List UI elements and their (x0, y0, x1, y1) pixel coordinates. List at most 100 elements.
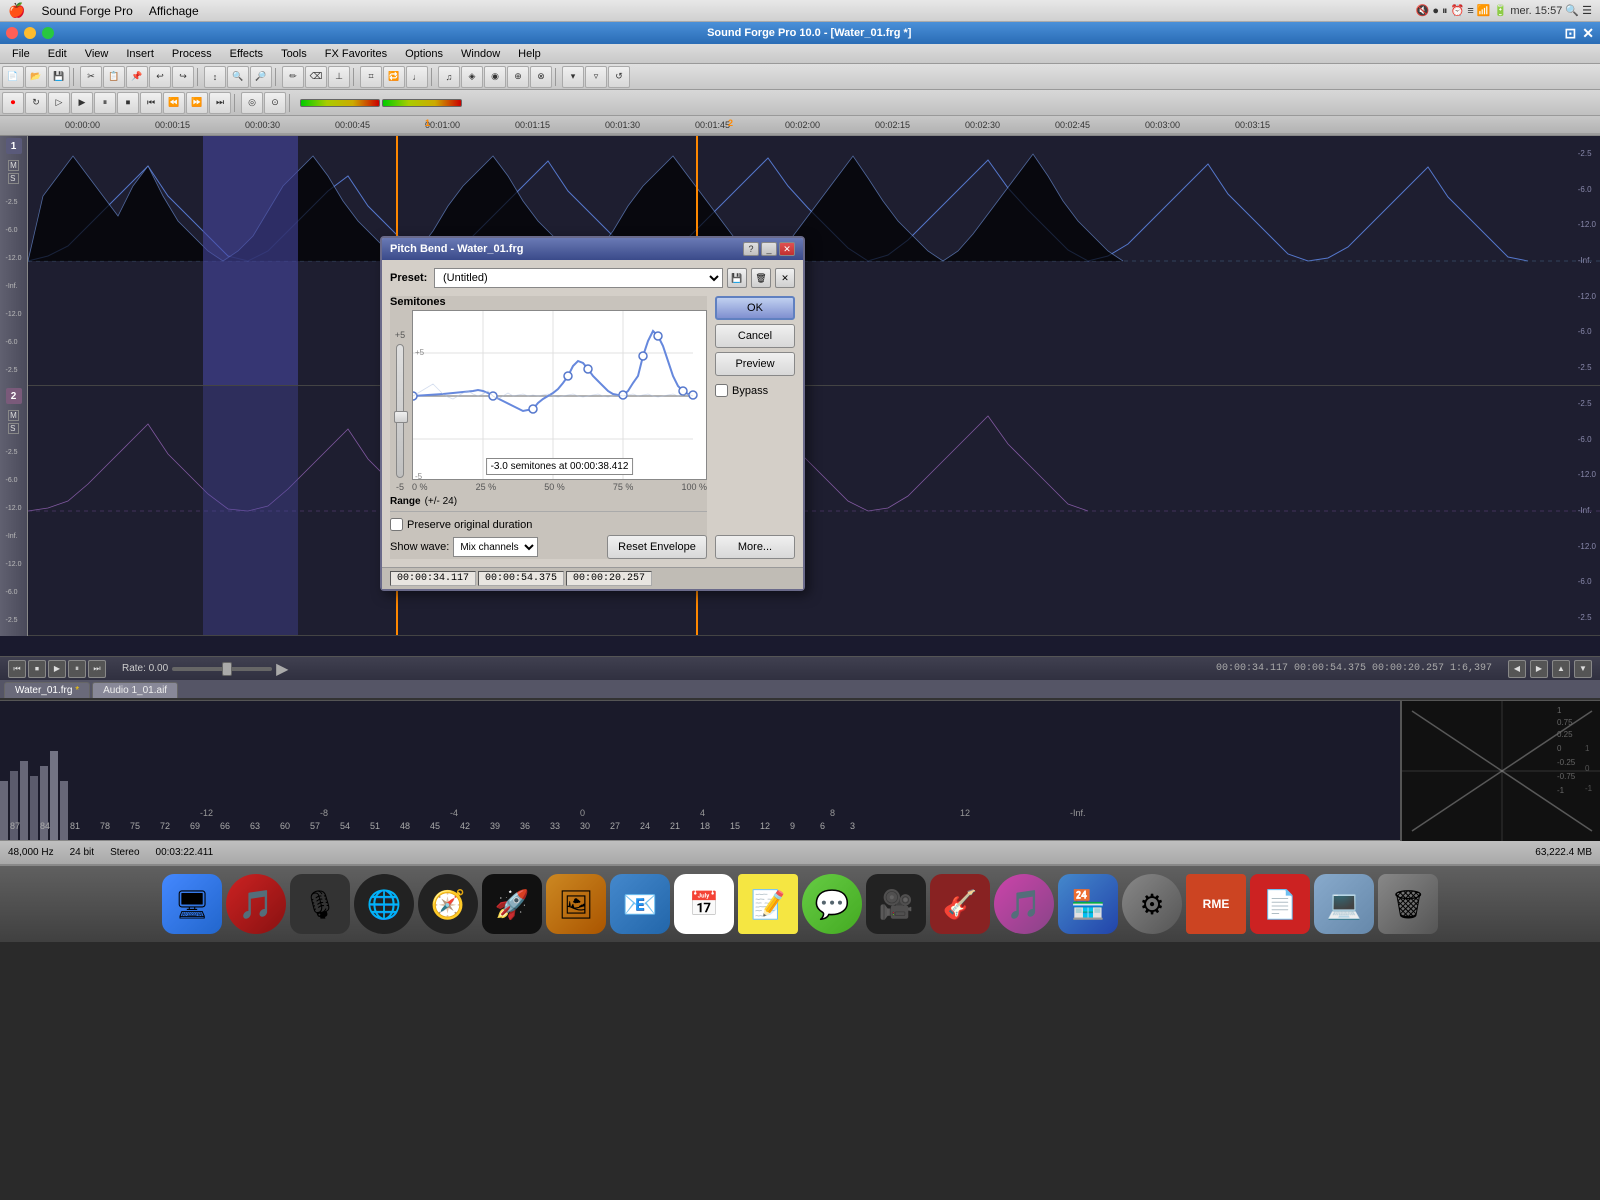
dock-safari[interactable]: 🧭 (418, 874, 478, 934)
scroll-left[interactable]: ◀ (1508, 660, 1526, 678)
close-button[interactable] (6, 27, 18, 39)
tb-region[interactable]: ▿ (585, 66, 607, 88)
rate-thumb[interactable] (222, 662, 232, 676)
tb-scrub[interactable]: ◎ (241, 92, 263, 114)
bypass-checkbox[interactable] (715, 384, 728, 397)
track2-mute[interactable]: M (8, 410, 19, 421)
reset-envelope-button[interactable]: Reset Envelope (607, 535, 707, 559)
menu-process[interactable]: Process (164, 46, 220, 62)
tb-play[interactable]: ▶ (71, 92, 93, 114)
tb-cycle[interactable]: ↻ (25, 92, 47, 114)
dock-notes[interactable]: 📝 (738, 874, 798, 934)
tb-select[interactable]: ↕ (204, 66, 226, 88)
menu-edit[interactable]: Edit (40, 46, 75, 62)
track2-solo[interactable]: S (8, 423, 19, 434)
tb-fx4[interactable]: ⊕ (507, 66, 529, 88)
dock-finder[interactable]: 🖥 (162, 874, 222, 934)
tb-fx3[interactable]: ◉ (484, 66, 506, 88)
tb-fwd[interactable]: ⏩ (186, 92, 208, 114)
menu-insert[interactable]: Insert (118, 46, 162, 62)
restore-button[interactable]: ⊡ (1565, 25, 1577, 42)
dock-rocket[interactable]: 🚀 (482, 874, 542, 934)
track1-mute[interactable]: M (8, 160, 19, 171)
transport-next[interactable]: ⏭ (88, 660, 106, 678)
tb-rew[interactable]: ⏪ (163, 92, 185, 114)
preset-close-x[interactable]: ✕ (775, 268, 795, 288)
tb-save[interactable]: 💾 (48, 66, 70, 88)
y-slider-track[interactable] (396, 344, 404, 478)
dock-system-prefs[interactable]: ⚙ (1122, 874, 1182, 934)
tb-cut[interactable]: ✂ (80, 66, 102, 88)
tb-loop2[interactable]: ↺ (608, 66, 630, 88)
tb-play-from-cursor[interactable]: ▷ (48, 92, 70, 114)
scroll-right[interactable]: ▶ (1530, 660, 1548, 678)
dock-mail[interactable]: 📧 (610, 874, 670, 934)
tb-redo[interactable]: ↪ (172, 66, 194, 88)
tb-copy[interactable]: 📋 (103, 66, 125, 88)
menu-effects[interactable]: Effects (222, 46, 271, 62)
tb-stop[interactable]: ⏹ (117, 92, 139, 114)
tb-fx2[interactable]: ◈ (461, 66, 483, 88)
preserve-checkbox[interactable] (390, 518, 403, 531)
dock-photos[interactable]: 🖼 (546, 874, 606, 934)
dock-firefox[interactable]: 🌐 (354, 874, 414, 934)
rate-slider[interactable] (172, 667, 272, 671)
maximize-button[interactable] (42, 27, 54, 39)
track1-solo[interactable]: S (8, 173, 19, 184)
tb-paste[interactable]: 📌 (126, 66, 148, 88)
tab-audio1[interactable]: Audio 1_01.aif (92, 682, 178, 698)
dock-pdf[interactable]: 📄 (1250, 874, 1310, 934)
tb-prev[interactable]: ⏮ (140, 92, 162, 114)
transport-stop[interactable]: ⏹ (28, 660, 46, 678)
show-wave-select[interactable]: Mix channels Left Right (453, 537, 538, 557)
y-slider-thumb[interactable] (394, 411, 408, 423)
cancel-button[interactable]: Cancel (715, 324, 795, 348)
dock-files[interactable]: 💻 (1314, 874, 1374, 934)
tb-pencil[interactable]: ✏ (282, 66, 304, 88)
dock-trash[interactable]: 🗑 (1378, 874, 1438, 934)
window-close-button[interactable]: ✕ (1582, 25, 1594, 42)
tb-zoom-in[interactable]: 🔍 (227, 66, 249, 88)
dock-messages[interactable]: 💬 (802, 874, 862, 934)
tb-new[interactable]: 📄 (2, 66, 24, 88)
preset-save-button[interactable]: 💾 (727, 268, 747, 288)
scroll-down[interactable]: ▼ (1574, 660, 1592, 678)
menu-fxfavorites[interactable]: FX Favorites (317, 46, 395, 62)
preset-delete-button[interactable]: 🗑 (751, 268, 771, 288)
tb-metronome[interactable]: ♩ (406, 66, 428, 88)
menu-affichage[interactable]: Affichage (149, 4, 199, 18)
dock-rme[interactable]: RME (1186, 874, 1246, 934)
tb-marker[interactable]: ▾ (562, 66, 584, 88)
menu-help[interactable]: Help (510, 46, 549, 62)
tb-zoom-out[interactable]: 🔎 (250, 66, 272, 88)
tb-eraser[interactable]: ⌫ (305, 66, 327, 88)
ok-button[interactable]: OK (715, 296, 795, 320)
dialog-help-button[interactable]: ? (743, 242, 759, 256)
menu-tools[interactable]: Tools (273, 46, 315, 62)
dock-appstore[interactable]: 🏪 (1058, 874, 1118, 934)
track1-waveform[interactable]: -2.5 -6.0 -12.0 -Inf. -12.0 -6.0 -2.5 (28, 136, 1600, 386)
menu-options[interactable]: Options (397, 46, 451, 62)
tb-punch[interactable]: ⊙ (264, 92, 286, 114)
scroll-up[interactable]: ▲ (1552, 660, 1570, 678)
tb-undo[interactable]: ↩ (149, 66, 171, 88)
tb-next[interactable]: ⏭ (209, 92, 231, 114)
transport-play[interactable]: ▶ (48, 660, 66, 678)
menu-file[interactable]: File (4, 46, 38, 62)
tb-pause[interactable]: ⏸ (94, 92, 116, 114)
tab-water01[interactable]: Water_01.frg * (4, 682, 90, 698)
apple-menu[interactable]: 🍎 (8, 2, 25, 19)
transport-pause[interactable]: ⏸ (68, 660, 86, 678)
tb-record[interactable]: ⏺ (2, 92, 24, 114)
tb-snap[interactable]: ⌗ (360, 66, 382, 88)
menu-view[interactable]: View (77, 46, 117, 62)
dock-calendar[interactable]: 📅 (674, 874, 734, 934)
dialog-close-button[interactable]: ✕ (779, 242, 795, 256)
preset-select[interactable]: (Untitled) (434, 268, 723, 288)
dock-guitar[interactable]: 🎸 (930, 874, 990, 934)
preview-button[interactable]: Preview (715, 352, 795, 376)
tb-loop[interactable]: 🔁 (383, 66, 405, 88)
menu-soundforge[interactable]: Sound Forge Pro (41, 4, 132, 18)
tb-fx1[interactable]: ♫ (438, 66, 460, 88)
dialog-minimize-button[interactable]: _ (761, 242, 777, 256)
